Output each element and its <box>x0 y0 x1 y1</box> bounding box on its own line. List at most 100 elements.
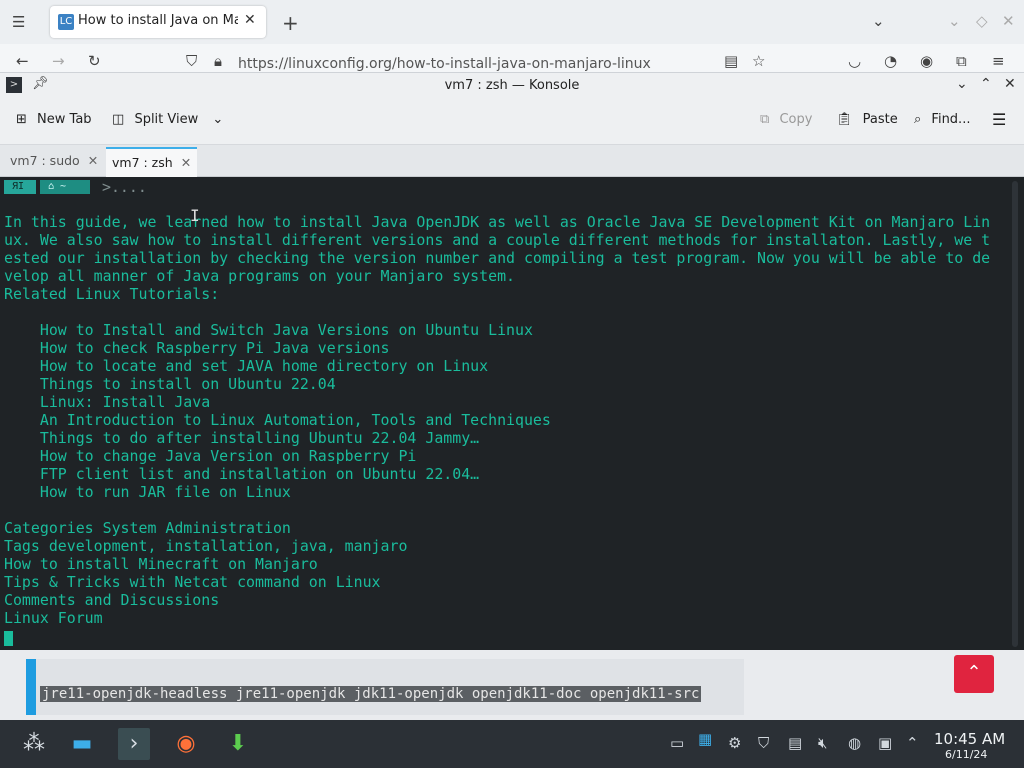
terminal-line: Tags development, installation, java, ma… <box>4 537 408 555</box>
terminal-line: An Introduction to Linux Automation, Too… <box>4 411 551 429</box>
close-tab-icon[interactable]: ✕ <box>181 155 191 170</box>
konsole-titlebar: > 📌︎ vm7 : zsh — Konsole ⌄ ⌃ ✕ <box>0 73 1024 99</box>
shield-icon[interactable]: ⛉ <box>186 52 197 70</box>
reader-mode-icon[interactable]: ▤ <box>724 52 738 70</box>
tab-vm7-zsh[interactable]: vm7 : zsh ✕ <box>106 147 198 177</box>
bookmark-star-icon[interactable]: ☆ <box>752 52 765 70</box>
maximize-icon[interactable]: ◇ <box>976 12 988 30</box>
code-block-accent <box>26 659 36 715</box>
shield-icon[interactable]: ⛉ <box>758 734 769 752</box>
chevron-down-icon[interactable]: ⌄ <box>872 12 885 30</box>
back-icon[interactable]: ← <box>16 52 29 70</box>
volume-muted-icon[interactable]: 🔇︎ <box>818 734 827 752</box>
tab-list-icon[interactable]: ☰ <box>12 13 25 31</box>
firefox-tab[interactable]: LC How to install Java on Manjaro ✕ <box>50 6 266 38</box>
prompt-dots: >.... <box>102 178 147 196</box>
search-icon: ⌕ <box>914 112 922 127</box>
split-view-icon: ◫ <box>112 112 125 127</box>
copy-label: Copy <box>779 112 813 127</box>
pager-icon[interactable]: ▦ <box>698 730 712 748</box>
terminal-line: ested our installation by checking the v… <box>4 249 991 267</box>
new-tab-button[interactable]: ⊞ New Tab <box>16 112 92 127</box>
tab-label: vm7 : zsh <box>112 155 173 170</box>
terminal-line: Linux: Install Java <box>4 393 211 411</box>
sync-icon[interactable]: ◔ <box>884 52 897 70</box>
find-label: Find... <box>931 112 971 127</box>
url-field[interactable]: https://linuxconfig.org/how-to-install-j… <box>238 56 651 72</box>
close-window-icon[interactable]: ✕ <box>1002 12 1015 30</box>
firefox-icon[interactable]: ◉ <box>170 728 202 760</box>
konsole-tab-bar: vm7 : sudo ✕ vm7 : zsh ✕ <box>0 145 1024 177</box>
clock-date[interactable]: 6/11/24 <box>945 748 987 761</box>
terminal-line: How to check Raspberry Pi Java versions <box>4 339 390 357</box>
new-tab-icon: ⊞ <box>16 112 27 127</box>
mouse-ibeam-icon: I <box>190 206 200 225</box>
discover-icon[interactable]: ⬇ <box>222 728 254 760</box>
prompt-dir-segment: ⌂ ~ <box>40 180 90 194</box>
konsole-taskbar-icon[interactable]: › <box>118 728 150 760</box>
menu-icon[interactable]: ≡ <box>992 52 1005 70</box>
account-icon[interactable]: ◉ <box>920 52 933 70</box>
show-desktop-icon[interactable]: ▭ <box>670 734 684 752</box>
split-view-label: Split View <box>134 112 199 127</box>
terminal-line: ux. We also saw how to install different… <box>4 231 991 249</box>
kde-connect-icon[interactable]: ⚙ <box>728 734 741 752</box>
tab-label: vm7 : sudo <box>10 153 80 168</box>
terminal-line: How to run JAR file on Linux <box>4 483 291 501</box>
code-text: jre11-openjdk-headless jre11-openjdk jdk… <box>40 686 702 702</box>
prompt-os-segment: ЯI <box>4 180 36 194</box>
forward-icon[interactable]: → <box>52 52 65 70</box>
display-icon[interactable]: ▣ <box>878 734 892 752</box>
code-block: jre11-openjdk-headless jre11-openjdk jdk… <box>26 659 744 715</box>
hamburger-menu-icon[interactable]: ☰ <box>992 110 1006 129</box>
terminal-line: Linux Forum <box>4 609 103 627</box>
clock-time[interactable]: 10:45 AM <box>934 730 1005 748</box>
taskbar: ⁂ ▬ › ◉ ⬇ ▭ ▦ ⚙ ⛉ ▤ 🔇︎ ◍ ▣ ⌃ 10:45 AM 6/… <box>0 720 1024 768</box>
paste-button[interactable]: 📋︎ Paste <box>836 112 898 127</box>
new-tab-label: New Tab <box>37 112 92 127</box>
terminal-line: How to locate and set JAVA home director… <box>4 357 489 375</box>
terminal-line: In this guide, we learned how to install… <box>4 213 991 231</box>
copy-icon: ⧉ <box>760 112 770 127</box>
terminal-line: Related Linux Tutorials: <box>4 285 220 303</box>
terminal-line: Categories System Administration <box>4 519 291 537</box>
find-button[interactable]: ⌕ Find... <box>914 112 970 127</box>
close-icon[interactable]: ✕ <box>1004 76 1016 92</box>
terminal-line: Tips & Tricks with Netcat command on Lin… <box>4 573 381 591</box>
terminal-line: How to Install and Switch Java Versions … <box>4 321 533 339</box>
terminal-line: Things to install on Ubuntu 22.04 <box>4 375 336 393</box>
network-icon[interactable]: ◍ <box>848 734 861 752</box>
copy-button[interactable]: ⧉ Copy <box>760 112 812 127</box>
clipboard-icon[interactable]: ▤ <box>788 734 802 752</box>
window-title: vm7 : zsh — Konsole <box>444 78 580 93</box>
tab-vm7-sudo[interactable]: vm7 : sudo ✕ <box>4 147 104 177</box>
konsole-toolbar: ⊞ New Tab ◫ Split View ⌄ ⧉ Copy 📋︎ Paste… <box>0 99 1024 145</box>
extensions-icon[interactable]: ⧉ <box>956 52 967 70</box>
minimize-icon[interactable]: ⌄ <box>956 76 968 92</box>
terminal-scrollbar[interactable] <box>1012 181 1018 647</box>
close-tab-icon[interactable]: ✕ <box>244 12 260 30</box>
webpage-content: jre11-openjdk-headless jre11-openjdk jdk… <box>0 650 1024 720</box>
lock-icon[interactable]: 🔒︎ <box>214 52 222 70</box>
chevron-down-icon: ⌄ <box>212 112 224 127</box>
maximize-icon[interactable]: ⌃ <box>980 76 992 92</box>
application-launcher-icon[interactable]: ⁂ <box>18 728 50 760</box>
firefox-tab-title: How to install Java on Manjaro <box>78 13 238 28</box>
new-tab-icon[interactable]: + <box>282 11 299 35</box>
terminal-line: Comments and Discussions <box>4 591 220 609</box>
terminal-output[interactable]: ЯI ⌂ ~ >.... In this guide, we learned h… <box>0 177 1024 651</box>
terminal-line: How to change Java Version on Raspberry … <box>4 447 417 465</box>
scroll-to-top-button[interactable]: ⌃ <box>954 655 994 693</box>
split-view-button[interactable]: ◫ Split View ⌄ <box>112 112 223 127</box>
minimize-icon[interactable]: ⌄ <box>948 12 961 30</box>
paste-label: Paste <box>862 112 898 127</box>
pocket-icon[interactable]: ◡ <box>848 52 861 70</box>
chevron-up-icon: ⌃ <box>966 662 982 683</box>
close-tab-icon[interactable]: ✕ <box>88 153 98 168</box>
reload-icon[interactable]: ↻ <box>88 52 101 70</box>
chevron-up-icon[interactable]: ⌃ <box>906 734 919 752</box>
file-manager-icon[interactable]: ▬ <box>66 728 98 760</box>
paste-icon: 📋︎ <box>836 112 853 127</box>
terminal-line: Things to do after installing Ubuntu 22.… <box>4 429 480 447</box>
firefox-tab-bar: ☰ LC How to install Java on Manjaro ✕ + … <box>0 0 1024 44</box>
